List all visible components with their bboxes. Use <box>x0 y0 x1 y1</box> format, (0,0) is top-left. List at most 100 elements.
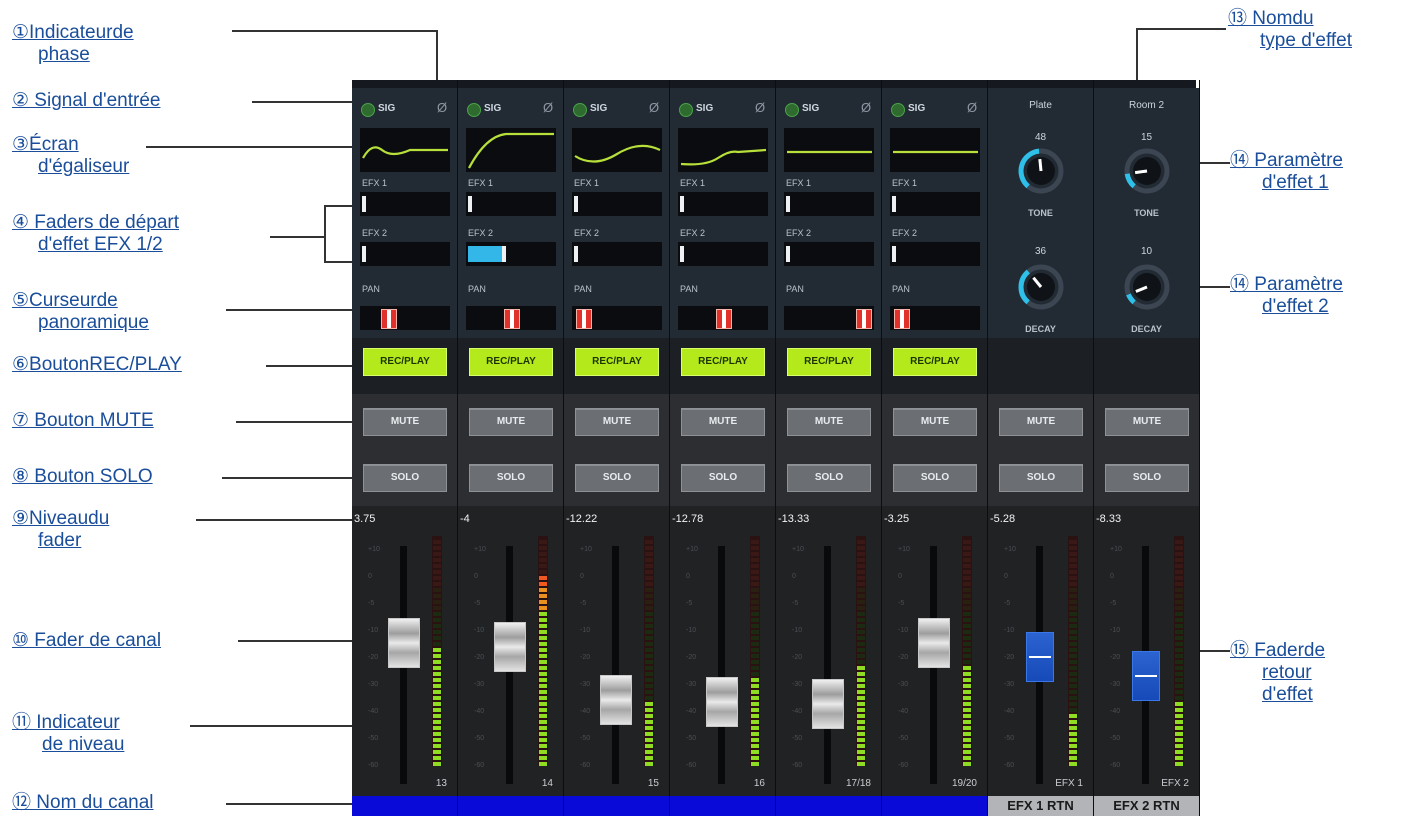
solo-button[interactable]: SOLO <box>681 464 765 492</box>
rec-play-button[interactable]: REC/PLAY <box>681 348 765 376</box>
pan-slider[interactable] <box>784 306 874 330</box>
solo-button[interactable]: SOLO <box>787 464 871 492</box>
efx2-send-fader[interactable] <box>678 242 768 266</box>
meter-segment <box>645 756 653 760</box>
meter-segment <box>539 684 547 688</box>
meter-segment <box>433 720 441 724</box>
channel-fader[interactable] <box>600 675 632 726</box>
meter-segment <box>645 576 653 580</box>
phase-indicator[interactable]: Ø <box>437 100 447 115</box>
signal-label: SIG <box>378 103 396 114</box>
meter-segment <box>1175 624 1183 628</box>
phase-indicator[interactable]: Ø <box>967 100 977 115</box>
phase-indicator[interactable]: Ø <box>755 100 765 115</box>
efx1-send-fader[interactable] <box>678 192 768 216</box>
pan-slider[interactable] <box>890 306 980 330</box>
efx2-send-fader[interactable] <box>572 242 662 266</box>
efx1-send-fader[interactable] <box>466 192 556 216</box>
pan-slider[interactable] <box>678 306 768 330</box>
effect-param-1-knob[interactable] <box>1018 148 1064 194</box>
rec-play-button[interactable]: REC/PLAY <box>893 348 977 376</box>
solo-button[interactable]: SOLO <box>999 464 1083 492</box>
meter-segment <box>1175 756 1183 760</box>
channel-name[interactable]: LINE5 <box>776 796 881 816</box>
rec-play-button[interactable]: REC/PLAY <box>575 348 659 376</box>
channel-fader[interactable] <box>812 679 844 729</box>
mute-button[interactable]: MUTE <box>681 408 765 436</box>
effect-return-name[interactable]: EFX 1 RTN <box>988 796 1093 816</box>
efx2-send-fader[interactable] <box>466 242 556 266</box>
eq-display[interactable] <box>678 128 768 172</box>
solo-button[interactable]: SOLO <box>469 464 553 492</box>
efx1-send-fader[interactable] <box>572 192 662 216</box>
meter-segment <box>433 618 441 622</box>
effect-return-fader[interactable] <box>1026 631 1054 682</box>
effect-return-name[interactable]: EFX 2 RTN <box>1094 796 1199 816</box>
meter-segment <box>1069 570 1077 574</box>
effect-type-name[interactable]: Plate <box>988 100 1093 111</box>
efx2-send-fader[interactable] <box>784 242 874 266</box>
mute-button[interactable]: MUTE <box>575 408 659 436</box>
mute-button[interactable]: MUTE <box>1105 408 1189 436</box>
channel-name[interactable]: LINE3 <box>564 796 669 816</box>
eq-display[interactable] <box>572 128 662 172</box>
channel-name[interactable]: MIC2 <box>458 796 563 816</box>
phase-indicator[interactable]: Ø <box>649 100 659 115</box>
signal-label: SIG <box>908 103 926 114</box>
effect-return-fader[interactable] <box>1132 650 1160 701</box>
channel-name[interactable]: LINE6 <box>882 796 987 816</box>
meter-segment <box>857 702 865 706</box>
channel-name[interactable]: MIC1 <box>352 796 457 816</box>
rec-play-button[interactable]: REC/PLAY <box>787 348 871 376</box>
leader-line <box>270 236 324 238</box>
eq-display[interactable] <box>890 128 980 172</box>
eq-display[interactable] <box>784 128 874 172</box>
fader-scale-tick: 0 <box>686 573 690 580</box>
solo-button[interactable]: SOLO <box>363 464 447 492</box>
fader-scale-tick: -40 <box>1110 708 1121 715</box>
channel-fader[interactable] <box>494 622 526 672</box>
effect-type-name[interactable]: Room 2 <box>1094 100 1199 111</box>
phase-indicator[interactable]: Ø <box>543 100 553 115</box>
meter-segment <box>1175 594 1183 598</box>
eq-curve <box>787 150 872 154</box>
phase-indicator[interactable]: Ø <box>861 100 871 115</box>
mute-button[interactable]: MUTE <box>363 408 447 436</box>
rec-play-button[interactable]: REC/PLAY <box>363 348 447 376</box>
effect-param-1-knob[interactable] <box>1124 148 1170 194</box>
meter-segment <box>751 726 759 730</box>
fader-scale-tick: -50 <box>686 735 697 742</box>
channel-fader[interactable] <box>388 618 420 669</box>
channel-name[interactable]: LINE4 <box>670 796 775 816</box>
solo-button[interactable]: SOLO <box>1105 464 1189 492</box>
efx2-send-fader[interactable] <box>360 242 450 266</box>
effect-param-2-knob[interactable] <box>1018 264 1064 310</box>
fader-level: -12.22 <box>566 513 598 525</box>
efx-return-strip: Plate 48 36 TONE DECAY MUTE SOLO -5.28 +10 0 -5 -10… <box>988 80 1094 816</box>
mute-button[interactable]: MUTE <box>999 408 1083 436</box>
efx1-send-fader[interactable] <box>784 192 874 216</box>
mute-button[interactable]: MUTE <box>787 408 871 436</box>
eq-display[interactable] <box>360 128 450 172</box>
meter-segment <box>963 618 971 622</box>
channel-fader[interactable] <box>918 618 950 669</box>
efx1-send-fader[interactable] <box>360 192 450 216</box>
meter-segment <box>539 546 547 550</box>
mute-button[interactable]: MUTE <box>893 408 977 436</box>
solo-button[interactable]: SOLO <box>893 464 977 492</box>
meter-segment <box>963 600 971 604</box>
eq-display[interactable] <box>466 128 556 172</box>
pan-slider[interactable] <box>572 306 662 330</box>
pan-slider[interactable] <box>360 306 450 330</box>
pan-slider[interactable] <box>466 306 556 330</box>
fader-scale-tick: -20 <box>1110 654 1121 661</box>
channel-strip: SIG Ø EFX 1 EFX 2 PAN REC/PLAY MUTE SOLO -4 +10 0-… <box>458 80 564 816</box>
meter-segment <box>1175 600 1183 604</box>
effect-param-2-knob[interactable] <box>1124 264 1170 310</box>
channel-fader[interactable] <box>706 677 738 728</box>
rec-play-button[interactable]: REC/PLAY <box>469 348 553 376</box>
mute-button[interactable]: MUTE <box>469 408 553 436</box>
efx2-send-fader[interactable] <box>890 242 980 266</box>
efx1-send-fader[interactable] <box>890 192 980 216</box>
solo-button[interactable]: SOLO <box>575 464 659 492</box>
